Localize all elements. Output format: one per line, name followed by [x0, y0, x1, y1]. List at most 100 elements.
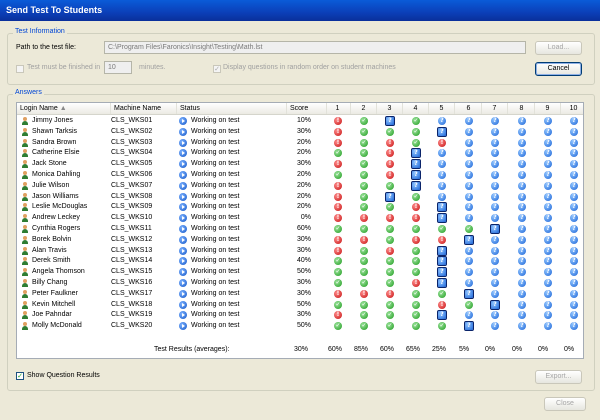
question-pending-icon[interactable]: ? [518, 127, 526, 136]
question-pending-icon[interactable]: ? [544, 138, 552, 147]
answers-table[interactable]: Login Name ▲ Machine Name Status Score 1… [16, 102, 584, 359]
col-header-question-9[interactable]: 9 [535, 103, 561, 114]
question-pending-icon[interactable]: ? [518, 160, 526, 169]
wrong-exclamation-icon[interactable]: ! [386, 289, 394, 298]
question-pending-icon[interactable]: ? [491, 149, 499, 158]
table-row[interactable]: Angela Thomson CLS_WKS15 Working on test 50… [17, 267, 583, 278]
question-pending-icon[interactable]: ? [491, 181, 499, 190]
wrong-exclamation-icon[interactable]: ! [386, 214, 394, 223]
question-pending-icon[interactable]: ? [570, 311, 578, 320]
table-row[interactable]: Kevin Mitchell CLS_WKS18 Working on test 50… [17, 299, 583, 310]
wrong-exclamation-icon[interactable]: ! [386, 171, 394, 179]
question-pending-icon[interactable]: ? [518, 268, 526, 277]
question-in-progress-icon[interactable]: ? [464, 321, 474, 332]
col-header-login[interactable]: Login Name ▲ [17, 103, 111, 114]
col-header-question-10[interactable]: 10 [561, 103, 583, 114]
question-pending-icon[interactable]: ? [570, 181, 578, 190]
correct-check-icon[interactable]: ✓ [360, 225, 368, 233]
question-pending-icon[interactable]: ? [491, 246, 499, 255]
correct-check-icon[interactable]: ✓ [465, 225, 473, 233]
question-pending-icon[interactable]: ? [518, 225, 526, 233]
col-header-question-1[interactable]: 1 [325, 103, 351, 114]
question-pending-icon[interactable]: ? [518, 289, 526, 298]
question-pending-icon[interactable]: ? [518, 138, 526, 147]
correct-check-icon[interactable]: ✓ [386, 235, 394, 244]
question-pending-icon[interactable]: ? [570, 268, 578, 277]
question-in-progress-icon[interactable]: ? [437, 213, 447, 224]
correct-check-icon[interactable]: ✓ [386, 300, 394, 309]
wrong-exclamation-icon[interactable]: ! [438, 138, 446, 147]
correct-check-icon[interactable]: ✓ [386, 279, 394, 287]
question-in-progress-icon[interactable]: ? [464, 288, 474, 299]
question-pending-icon[interactable]: ? [465, 117, 473, 125]
question-in-progress-icon[interactable]: ? [437, 278, 447, 288]
col-header-question-7[interactable]: 7 [482, 103, 508, 114]
correct-check-icon[interactable]: ✓ [360, 203, 368, 212]
question-pending-icon[interactable]: ? [465, 257, 473, 266]
question-pending-icon[interactable]: ? [570, 300, 578, 309]
table-row[interactable]: Leslie McDouglas CLS_WKS09 Working on test… [17, 202, 583, 213]
question-pending-icon[interactable]: ? [465, 203, 473, 212]
correct-check-icon[interactable]: ✓ [412, 127, 420, 136]
col-header-question-6[interactable]: 6 [456, 103, 482, 114]
table-row[interactable]: Sandra Brown CLS_WKS03 Working on test 20%!… [17, 138, 583, 148]
question-pending-icon[interactable]: ? [491, 322, 499, 331]
correct-check-icon[interactable]: ✓ [412, 257, 420, 266]
wrong-exclamation-icon[interactable]: ! [438, 235, 446, 244]
question-pending-icon[interactable]: ? [570, 160, 578, 169]
question-pending-icon[interactable]: ? [570, 246, 578, 255]
table-row[interactable]: Joe Pahndar CLS_WKS19 Working on test 30%! ✓… [17, 310, 583, 321]
table-row[interactable]: Molly McDonald CLS_WKS20 Working on test 50… [17, 321, 583, 332]
table-row[interactable]: Jimmy Jones CLS_WKS01 Working on test 10%! ✓… [17, 116, 583, 126]
question-pending-icon[interactable]: ? [570, 235, 578, 244]
question-pending-icon[interactable]: ? [465, 127, 473, 136]
question-pending-icon[interactable]: ? [544, 268, 552, 277]
question-pending-icon[interactable]: ? [465, 149, 473, 158]
question-pending-icon[interactable]: ? [544, 171, 552, 179]
correct-check-icon[interactable]: ✓ [360, 171, 368, 179]
question-pending-icon[interactable]: ? [570, 214, 578, 223]
correct-check-icon[interactable]: ✓ [334, 279, 342, 287]
correct-check-icon[interactable]: ✓ [334, 225, 342, 233]
correct-check-icon[interactable]: ✓ [386, 203, 394, 212]
correct-check-icon[interactable]: ✓ [360, 138, 368, 147]
wrong-exclamation-icon[interactable]: ! [386, 160, 394, 169]
question-in-progress-icon[interactable]: ? [385, 191, 395, 202]
question-pending-icon[interactable]: ? [544, 225, 552, 233]
question-pending-icon[interactable]: ? [518, 203, 526, 212]
wrong-exclamation-icon[interactable]: ! [334, 181, 342, 190]
question-in-progress-icon[interactable]: ? [411, 159, 421, 170]
correct-check-icon[interactable]: ✓ [334, 171, 342, 179]
question-in-progress-icon[interactable]: ? [437, 202, 447, 213]
wrong-exclamation-icon[interactable]: ! [386, 149, 394, 158]
question-in-progress-icon[interactable]: ? [490, 299, 500, 310]
table-row[interactable]: Shawn Tarksis CLS_WKS02 Working on test 30%… [17, 126, 583, 137]
wrong-exclamation-icon[interactable]: ! [334, 289, 342, 298]
wrong-exclamation-icon[interactable]: ! [360, 214, 368, 223]
load-button[interactable]: Load... [535, 41, 582, 55]
correct-check-icon[interactable]: ✓ [360, 127, 368, 136]
col-header-question-8[interactable]: 8 [509, 103, 535, 114]
question-pending-icon[interactable]: ? [491, 127, 499, 136]
wrong-exclamation-icon[interactable]: ! [412, 203, 420, 212]
question-pending-icon[interactable]: ? [570, 171, 578, 179]
question-pending-icon[interactable]: ? [465, 160, 473, 169]
wrong-exclamation-icon[interactable]: ! [334, 127, 342, 136]
question-pending-icon[interactable]: ? [544, 192, 552, 201]
wrong-exclamation-icon[interactable]: ! [334, 192, 342, 201]
question-pending-icon[interactable]: ? [491, 289, 499, 298]
question-pending-icon[interactable]: ? [544, 279, 552, 287]
wrong-exclamation-icon[interactable]: ! [360, 289, 368, 298]
question-pending-icon[interactable]: ? [518, 214, 526, 223]
table-row[interactable]: Julie Wilson CLS_WKS07 Working on test 20%!… [17, 180, 583, 191]
correct-check-icon[interactable]: ✓ [412, 300, 420, 309]
wrong-exclamation-icon[interactable]: ! [334, 117, 342, 125]
question-pending-icon[interactable]: ? [544, 257, 552, 266]
question-pending-icon[interactable]: ? [570, 289, 578, 298]
window-title-bar[interactable]: Send Test To Students [0, 0, 600, 21]
question-pending-icon[interactable]: ? [518, 311, 526, 320]
wrong-exclamation-icon[interactable]: ! [334, 138, 342, 147]
question-pending-icon[interactable]: ? [518, 322, 526, 331]
wrong-exclamation-icon[interactable]: ! [438, 300, 446, 309]
question-pending-icon[interactable]: ? [518, 192, 526, 201]
